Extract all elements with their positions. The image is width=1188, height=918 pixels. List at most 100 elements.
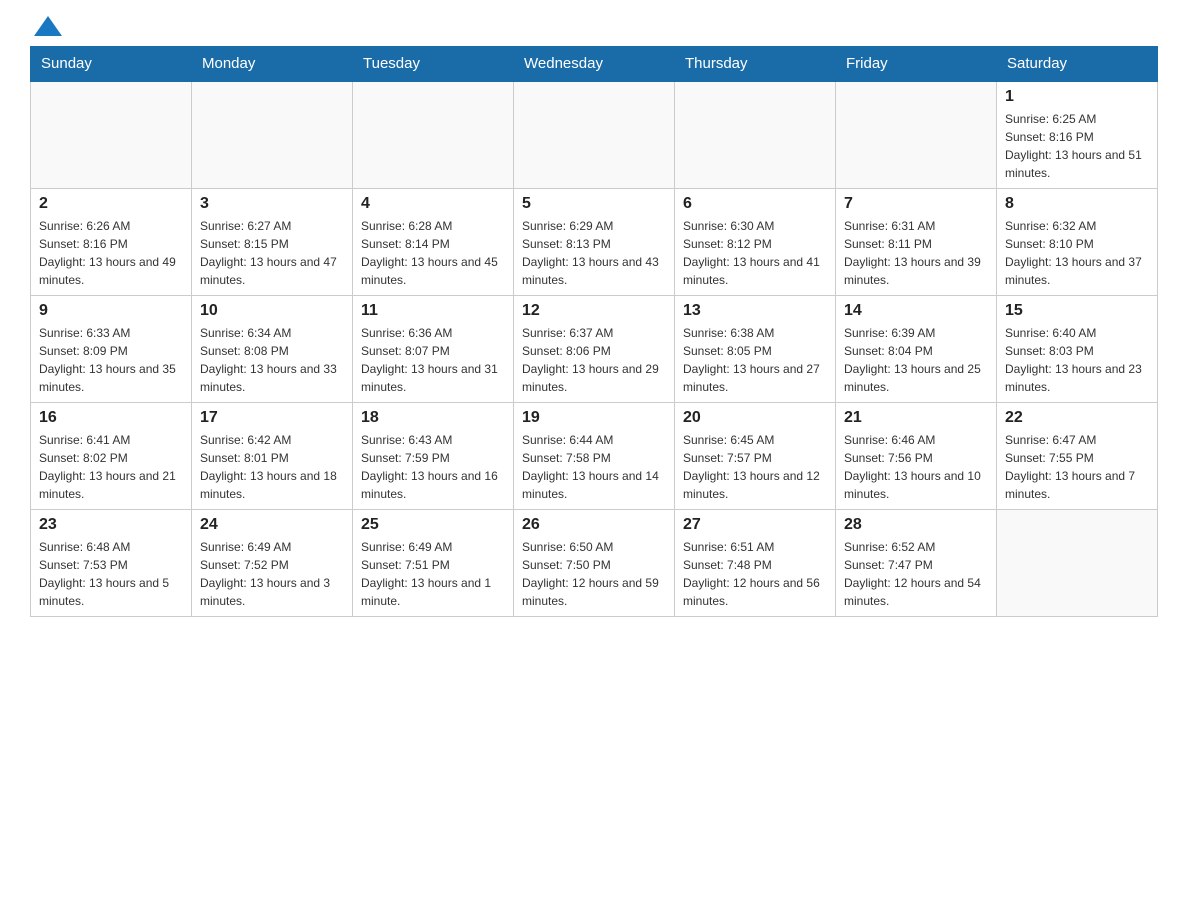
calendar-cell: 8Sunrise: 6:32 AM Sunset: 8:10 PM Daylig…: [997, 189, 1158, 296]
calendar-week-4: 16Sunrise: 6:41 AM Sunset: 8:02 PM Dayli…: [31, 403, 1158, 510]
calendar-cell: 21 Sunrise: 6:46 AM Sunset: 7:56 PM Dayli…: [836, 403, 997, 510]
calendar-cell: 17 Sunrise: 6:42 AM Sunset: 8:01 PM Dayli…: [192, 403, 353, 510]
calendar-cell: 23 Sunrise: 6:48 AM Sunset: 7:53 PM Dayli…: [31, 510, 192, 617]
weekday-header-thursday: Thursday: [675, 47, 836, 82]
calendar-cell: 28 Sunrise: 6:52 AM Sunset: 7:47 PM Dayli…: [836, 510, 997, 617]
calendar-cell: 4 Sunrise: 6:28 AM Sunset: 8:14 PM Daylig…: [353, 189, 514, 296]
calendar-cell: [31, 81, 192, 189]
day-number: 3: [200, 195, 344, 213]
day-number: 10: [200, 302, 344, 320]
calendar-cell: [514, 81, 675, 189]
calendar-cell: [836, 81, 997, 189]
weekday-header-wednesday: Wednesday: [514, 47, 675, 82]
day-number: 4: [361, 195, 505, 213]
day-info: Sunrise: 6:31 AM Sunset: 8:11 PM Dayligh…: [844, 217, 988, 289]
day-info: Sunrise: 6:32 AM Sunset: 8:10 PM Dayligh…: [1005, 217, 1149, 289]
day-info: Sunrise: 6:49 AM Sunset: 7:52 PM Dayligh…: [200, 538, 344, 610]
day-info: Sunrise: 6:43 AM Sunset: 7:59 PM Dayligh…: [361, 431, 505, 503]
weekday-header-sunday: Sunday: [31, 47, 192, 82]
day-info: Sunrise: 6:39 AM Sunset: 8:04 PM Dayligh…: [844, 324, 988, 396]
calendar-week-2: 2 Sunrise: 6:26 AM Sunset: 8:16 PM Daylig…: [31, 189, 1158, 296]
day-number: 12: [522, 302, 666, 320]
calendar-cell: 13 Sunrise: 6:38 AM Sunset: 8:05 PM Dayli…: [675, 296, 836, 403]
logo-triangle-icon: [34, 16, 62, 36]
day-info: Sunrise: 6:38 AM Sunset: 8:05 PM Dayligh…: [683, 324, 827, 396]
day-info: Sunrise: 6:52 AM Sunset: 7:47 PM Dayligh…: [844, 538, 988, 610]
calendar-week-3: 9 Sunrise: 6:33 AM Sunset: 8:09 PM Daylig…: [31, 296, 1158, 403]
day-info: Sunrise: 6:41 AM Sunset: 8:02 PM Dayligh…: [39, 431, 183, 503]
day-number: 26: [522, 516, 666, 534]
day-number: 19: [522, 409, 666, 427]
day-number: 9: [39, 302, 183, 320]
day-info: Sunrise: 6:40 AM Sunset: 8:03 PM Dayligh…: [1005, 324, 1149, 396]
day-number: 15: [1005, 302, 1149, 320]
calendar-cell: [675, 81, 836, 189]
day-info: Sunrise: 6:30 AM Sunset: 8:12 PM Dayligh…: [683, 217, 827, 289]
calendar-cell: 18 Sunrise: 6:43 AM Sunset: 7:59 PM Dayli…: [353, 403, 514, 510]
day-info: Sunrise: 6:29 AM Sunset: 8:13 PM Dayligh…: [522, 217, 666, 289]
calendar-cell: 9 Sunrise: 6:33 AM Sunset: 8:09 PM Daylig…: [31, 296, 192, 403]
calendar-cell: 25 Sunrise: 6:49 AM Sunset: 7:51 PM Dayli…: [353, 510, 514, 617]
calendar-cell: 2 Sunrise: 6:26 AM Sunset: 8:16 PM Daylig…: [31, 189, 192, 296]
calendar-cell: [192, 81, 353, 189]
calendar-cell: 12 Sunrise: 6:37 AM Sunset: 8:06 PM Dayli…: [514, 296, 675, 403]
day-info: Sunrise: 6:26 AM Sunset: 8:16 PM Dayligh…: [39, 217, 183, 289]
calendar-cell: 26 Sunrise: 6:50 AM Sunset: 7:50 PM Dayli…: [514, 510, 675, 617]
day-number: 24: [200, 516, 344, 534]
day-number: 5: [522, 195, 666, 213]
weekday-header-tuesday: Tuesday: [353, 47, 514, 82]
calendar-cell: 3 Sunrise: 6:27 AM Sunset: 8:15 PM Daylig…: [192, 189, 353, 296]
calendar-cell: 27 Sunrise: 6:51 AM Sunset: 7:48 PM Dayli…: [675, 510, 836, 617]
weekday-header-monday: Monday: [192, 47, 353, 82]
calendar-cell: 19 Sunrise: 6:44 AM Sunset: 7:58 PM Dayli…: [514, 403, 675, 510]
day-info: Sunrise: 6:49 AM Sunset: 7:51 PM Dayligh…: [361, 538, 505, 610]
day-number: 13: [683, 302, 827, 320]
day-info: Sunrise: 6:27 AM Sunset: 8:15 PM Dayligh…: [200, 217, 344, 289]
calendar-cell: 5 Sunrise: 6:29 AM Sunset: 8:13 PM Daylig…: [514, 189, 675, 296]
day-info: Sunrise: 6:47 AM Sunset: 7:55 PM Dayligh…: [1005, 431, 1149, 503]
day-number: 2: [39, 195, 183, 213]
calendar-cell: [353, 81, 514, 189]
calendar-cell: 11Sunrise: 6:36 AM Sunset: 8:07 PM Dayli…: [353, 296, 514, 403]
calendar-cell: 10 Sunrise: 6:34 AM Sunset: 8:08 PM Dayli…: [192, 296, 353, 403]
day-info: Sunrise: 6:50 AM Sunset: 7:50 PM Dayligh…: [522, 538, 666, 610]
calendar-cell: 7 Sunrise: 6:31 AM Sunset: 8:11 PM Daylig…: [836, 189, 997, 296]
day-number: 27: [683, 516, 827, 534]
day-number: 25: [361, 516, 505, 534]
day-info: Sunrise: 6:25 AM Sunset: 8:16 PM Dayligh…: [1005, 110, 1149, 182]
day-number: 28: [844, 516, 988, 534]
day-info: Sunrise: 6:36 AM Sunset: 8:07 PM Dayligh…: [361, 324, 505, 396]
day-info: Sunrise: 6:28 AM Sunset: 8:14 PM Dayligh…: [361, 217, 505, 289]
day-info: Sunrise: 6:44 AM Sunset: 7:58 PM Dayligh…: [522, 431, 666, 503]
day-number: 21: [844, 409, 988, 427]
day-number: 20: [683, 409, 827, 427]
day-number: 22: [1005, 409, 1149, 427]
weekday-header-saturday: Saturday: [997, 47, 1158, 82]
calendar-cell: 16Sunrise: 6:41 AM Sunset: 8:02 PM Dayli…: [31, 403, 192, 510]
calendar-week-1: 1 Sunrise: 6:25 AM Sunset: 8:16 PM Daylig…: [31, 81, 1158, 189]
day-number: 17: [200, 409, 344, 427]
weekday-header-friday: Friday: [836, 47, 997, 82]
day-info: Sunrise: 6:34 AM Sunset: 8:08 PM Dayligh…: [200, 324, 344, 396]
day-info: Sunrise: 6:42 AM Sunset: 8:01 PM Dayligh…: [200, 431, 344, 503]
day-number: 14: [844, 302, 988, 320]
calendar-table: SundayMondayTuesdayWednesdayThursdayFrid…: [30, 46, 1158, 617]
day-number: 7: [844, 195, 988, 213]
day-info: Sunrise: 6:46 AM Sunset: 7:56 PM Dayligh…: [844, 431, 988, 503]
calendar-cell: 6 Sunrise: 6:30 AM Sunset: 8:12 PM Daylig…: [675, 189, 836, 296]
logo: [30, 20, 62, 36]
day-info: Sunrise: 6:33 AM Sunset: 8:09 PM Dayligh…: [39, 324, 183, 396]
day-info: Sunrise: 6:48 AM Sunset: 7:53 PM Dayligh…: [39, 538, 183, 610]
day-number: 18: [361, 409, 505, 427]
calendar-cell: 14 Sunrise: 6:39 AM Sunset: 8:04 PM Dayli…: [836, 296, 997, 403]
calendar-cell: [997, 510, 1158, 617]
calendar-cell: 1 Sunrise: 6:25 AM Sunset: 8:16 PM Daylig…: [997, 81, 1158, 189]
day-number: 1: [1005, 88, 1149, 106]
day-info: Sunrise: 6:51 AM Sunset: 7:48 PM Dayligh…: [683, 538, 827, 610]
calendar-cell: 22 Sunrise: 6:47 AM Sunset: 7:55 PM Dayli…: [997, 403, 1158, 510]
day-info: Sunrise: 6:45 AM Sunset: 7:57 PM Dayligh…: [683, 431, 827, 503]
day-number: 23: [39, 516, 183, 534]
day-info: Sunrise: 6:37 AM Sunset: 8:06 PM Dayligh…: [522, 324, 666, 396]
calendar-week-5: 23 Sunrise: 6:48 AM Sunset: 7:53 PM Dayli…: [31, 510, 1158, 617]
day-number: 6: [683, 195, 827, 213]
